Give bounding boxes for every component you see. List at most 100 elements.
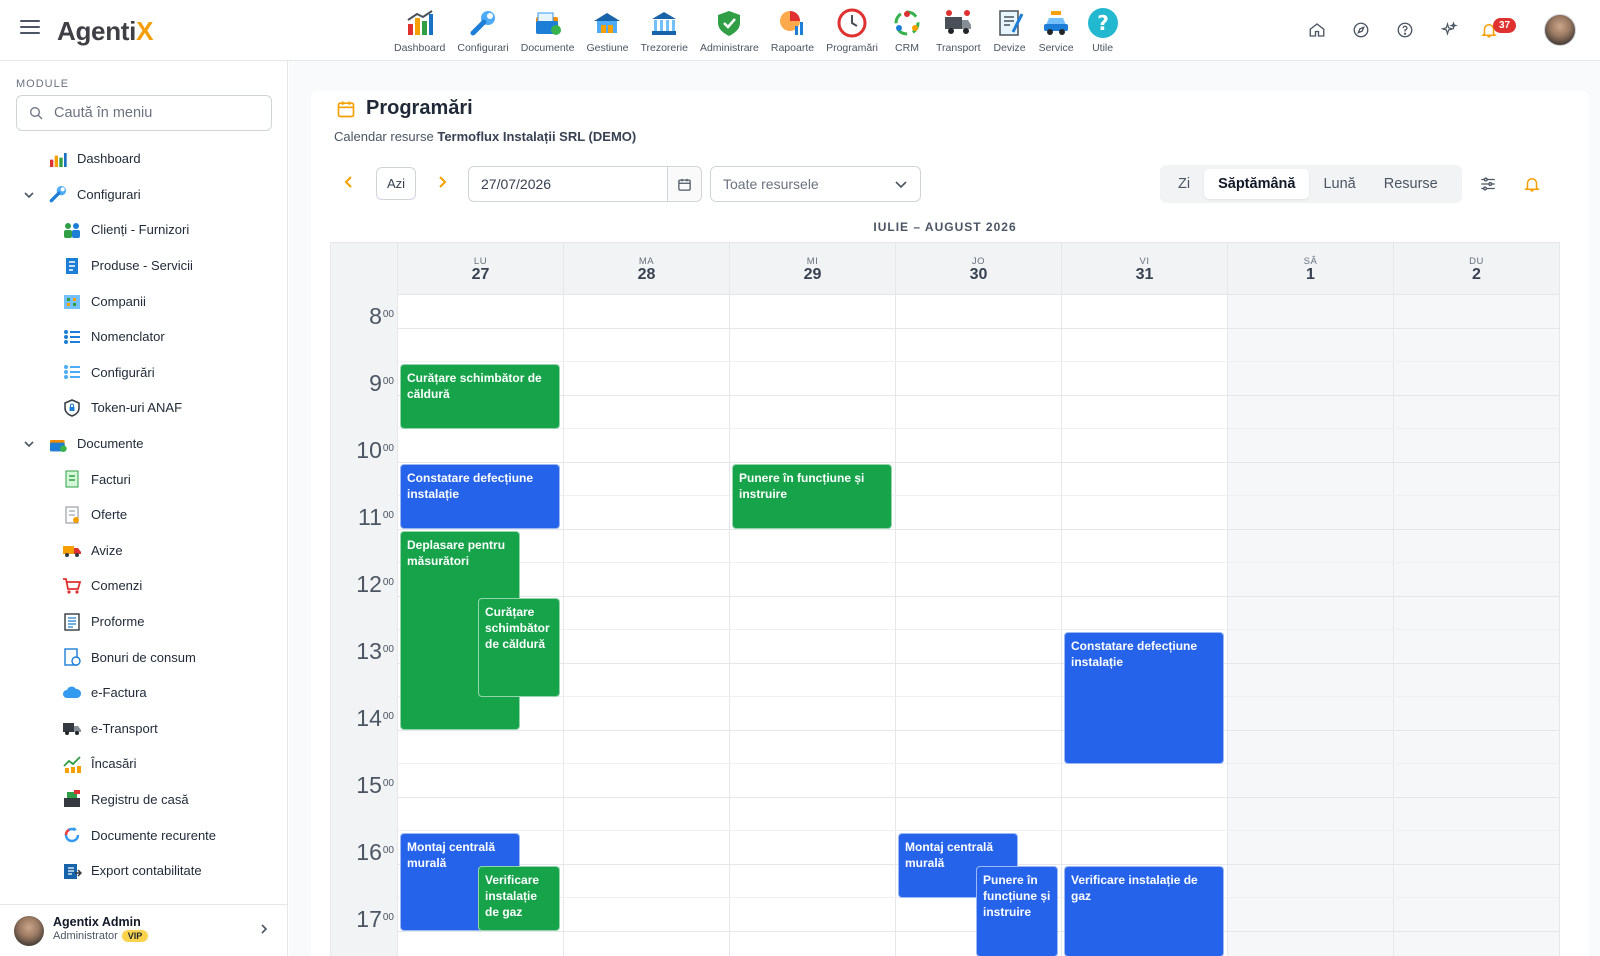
- module-rapoarte[interactable]: Rapoarte: [765, 6, 820, 54]
- bank-icon: [647, 6, 681, 40]
- page-title: Programări: [336, 97, 473, 120]
- module-gestiune[interactable]: Gestiune: [580, 6, 634, 54]
- user-panel[interactable]: Agentix Admin Administrator VIP: [0, 904, 288, 956]
- chevron-down-icon[interactable]: [23, 189, 35, 201]
- week-calendar: LU 27 MA 28 MI 29 JO 30 VI 31 SÂ 1 DU 2 800 900 1000 1100…: [330, 242, 1560, 956]
- company-icon: [62, 291, 82, 311]
- sidebar-item-token-anaf[interactable]: Token-uri ANAF: [0, 390, 288, 426]
- calendar-event[interactable]: Verificare instalație de gaz: [1064, 866, 1224, 956]
- module-service[interactable]: Service: [1033, 6, 1080, 54]
- calendar-event[interactable]: Verificare instalație de gaz: [478, 866, 560, 931]
- view-resurse[interactable]: Resurse: [1370, 169, 1452, 199]
- module-devize[interactable]: Devize: [987, 6, 1033, 54]
- compass-icon[interactable]: [1348, 17, 1374, 43]
- module-dashboard[interactable]: Dashboard: [388, 6, 451, 54]
- sidebar-item-facturi[interactable]: Facturi: [0, 461, 288, 497]
- module-crm[interactable]: CRM: [884, 6, 930, 54]
- calendar-event[interactable]: Curățare schimbător de căldură: [400, 363, 560, 429]
- sidebar-item-oferte[interactable]: Oferte: [0, 497, 288, 533]
- user-avatar[interactable]: [1544, 14, 1576, 46]
- sidebar-item-registru-casa[interactable]: Registru de casă: [0, 782, 288, 818]
- date-picker-button[interactable]: [667, 167, 701, 201]
- cash-register-icon: [62, 789, 82, 809]
- search-input[interactable]: Caută în meniu: [54, 105, 152, 121]
- half-hour-line: [398, 361, 1559, 362]
- hour-line: [398, 395, 1559, 396]
- resource-select[interactable]: Toate resursele: [710, 166, 921, 202]
- module-configurari[interactable]: Configurari: [451, 6, 514, 54]
- minute-value: 00: [382, 510, 394, 521]
- prev-button[interactable]: [334, 165, 364, 199]
- day-header[interactable]: LU 27: [398, 243, 564, 295]
- app-logo[interactable]: AgentiX: [57, 16, 153, 47]
- sidebar-item-e-transport[interactable]: e-Transport: [0, 711, 288, 747]
- sidebar-item-proforme[interactable]: Proforme: [0, 604, 288, 640]
- next-button[interactable]: [427, 165, 457, 199]
- view-saptamana[interactable]: Săptămână: [1204, 169, 1310, 199]
- sidebar-item-export-contabilitate[interactable]: Export contabilitate: [0, 853, 288, 889]
- sidebar-item-clienti-furnizori[interactable]: Clienți - Furnizori: [0, 212, 288, 248]
- sidebar-item-configurari[interactable]: Configurari: [0, 177, 288, 213]
- day-number: 1: [1306, 266, 1315, 283]
- filter-settings-button[interactable]: [1476, 172, 1500, 196]
- hour-label: 800: [331, 305, 394, 328]
- notifications-button[interactable]: 37: [1480, 17, 1526, 43]
- day-header[interactable]: JO 30: [896, 243, 1062, 295]
- calendar-event[interactable]: Punere în funcțiune și instruire: [976, 866, 1058, 956]
- module-transport[interactable]: Transport: [930, 6, 987, 54]
- hour-value: 13: [356, 638, 382, 664]
- day-number: 31: [1135, 266, 1154, 283]
- calendar-event[interactable]: Curățare schimbător de căldură: [478, 598, 560, 697]
- day-header[interactable]: DU 2: [1394, 243, 1559, 295]
- day-number: 28: [637, 266, 656, 283]
- sidebar-item-produse-servicii[interactable]: Produse - Servicii: [0, 248, 288, 284]
- sidebar-search[interactable]: Caută în meniu: [16, 95, 272, 131]
- offer-icon: [62, 505, 82, 525]
- sidebar-item-documente[interactable]: Documente: [0, 426, 288, 462]
- sidebar-item-documente-recurente[interactable]: Documente recurente: [0, 817, 288, 853]
- calendar-event[interactable]: Constatare defecțiune instalație: [400, 464, 560, 529]
- calendar-event[interactable]: Constatare defecțiune instalație: [1064, 631, 1224, 764]
- lock-shield-icon: [62, 398, 82, 418]
- sparkles-icon[interactable]: [1436, 17, 1462, 43]
- reminders-button[interactable]: [1520, 172, 1544, 196]
- view-zi[interactable]: Zi: [1164, 169, 1204, 199]
- day-header[interactable]: SÂ 1: [1228, 243, 1394, 295]
- hour-label: 900: [331, 372, 394, 395]
- settings-list-icon: [62, 362, 82, 382]
- day-header[interactable]: VI 31: [1062, 243, 1228, 295]
- list-icon: [62, 327, 82, 347]
- today-button[interactable]: Azi: [376, 167, 416, 200]
- day-header[interactable]: MA 28: [564, 243, 730, 295]
- day-number: 2: [1472, 266, 1481, 283]
- view-luna[interactable]: Lună: [1309, 169, 1369, 199]
- date-input[interactable]: 27/07/2026: [469, 167, 667, 201]
- calendar-event[interactable]: Punere în funcțiune și instruire: [732, 464, 892, 529]
- sidebar-item-comenzi[interactable]: Comenzi: [0, 568, 288, 604]
- chevron-right-icon[interactable]: [258, 923, 270, 935]
- sidebar-item-incasari[interactable]: Încasări: [0, 746, 288, 782]
- sidebar-item-companii[interactable]: Companii: [0, 283, 288, 319]
- sidebar-item-dashboard[interactable]: Dashboard: [0, 141, 288, 177]
- module-trezorerie[interactable]: Trezorerie: [634, 6, 693, 54]
- sidebar-item-bonuri-consum[interactable]: Bonuri de consum: [0, 639, 288, 675]
- help-circle-icon: ?: [1086, 6, 1120, 40]
- sidebar-item-e-factura[interactable]: e-Factura: [0, 675, 288, 711]
- minute-value: 00: [382, 845, 394, 856]
- sidebar-item-nomenclator[interactable]: Nomenclator: [0, 319, 288, 355]
- module-documente[interactable]: Documente: [515, 6, 581, 54]
- sidebar: MODULE Caută în meniu Dashboard Configur…: [0, 61, 288, 956]
- hamburger-menu-icon[interactable]: [20, 20, 40, 40]
- sidebar-item-configurari-sub[interactable]: Configurări: [0, 355, 288, 391]
- module-administrare[interactable]: Administrare: [694, 6, 765, 54]
- sidebar-item-avize[interactable]: Avize: [0, 533, 288, 569]
- home-icon[interactable]: [1304, 17, 1330, 43]
- help-icon[interactable]: [1392, 17, 1418, 43]
- module-utile[interactable]: ? Utile: [1080, 6, 1126, 54]
- day-number: 30: [969, 266, 988, 283]
- chevron-down-icon[interactable]: [23, 438, 35, 450]
- day-header[interactable]: MI 29: [730, 243, 896, 295]
- day-number: 27: [471, 266, 490, 283]
- module-programari[interactable]: Programări: [820, 6, 884, 54]
- clock-icon: [835, 6, 869, 40]
